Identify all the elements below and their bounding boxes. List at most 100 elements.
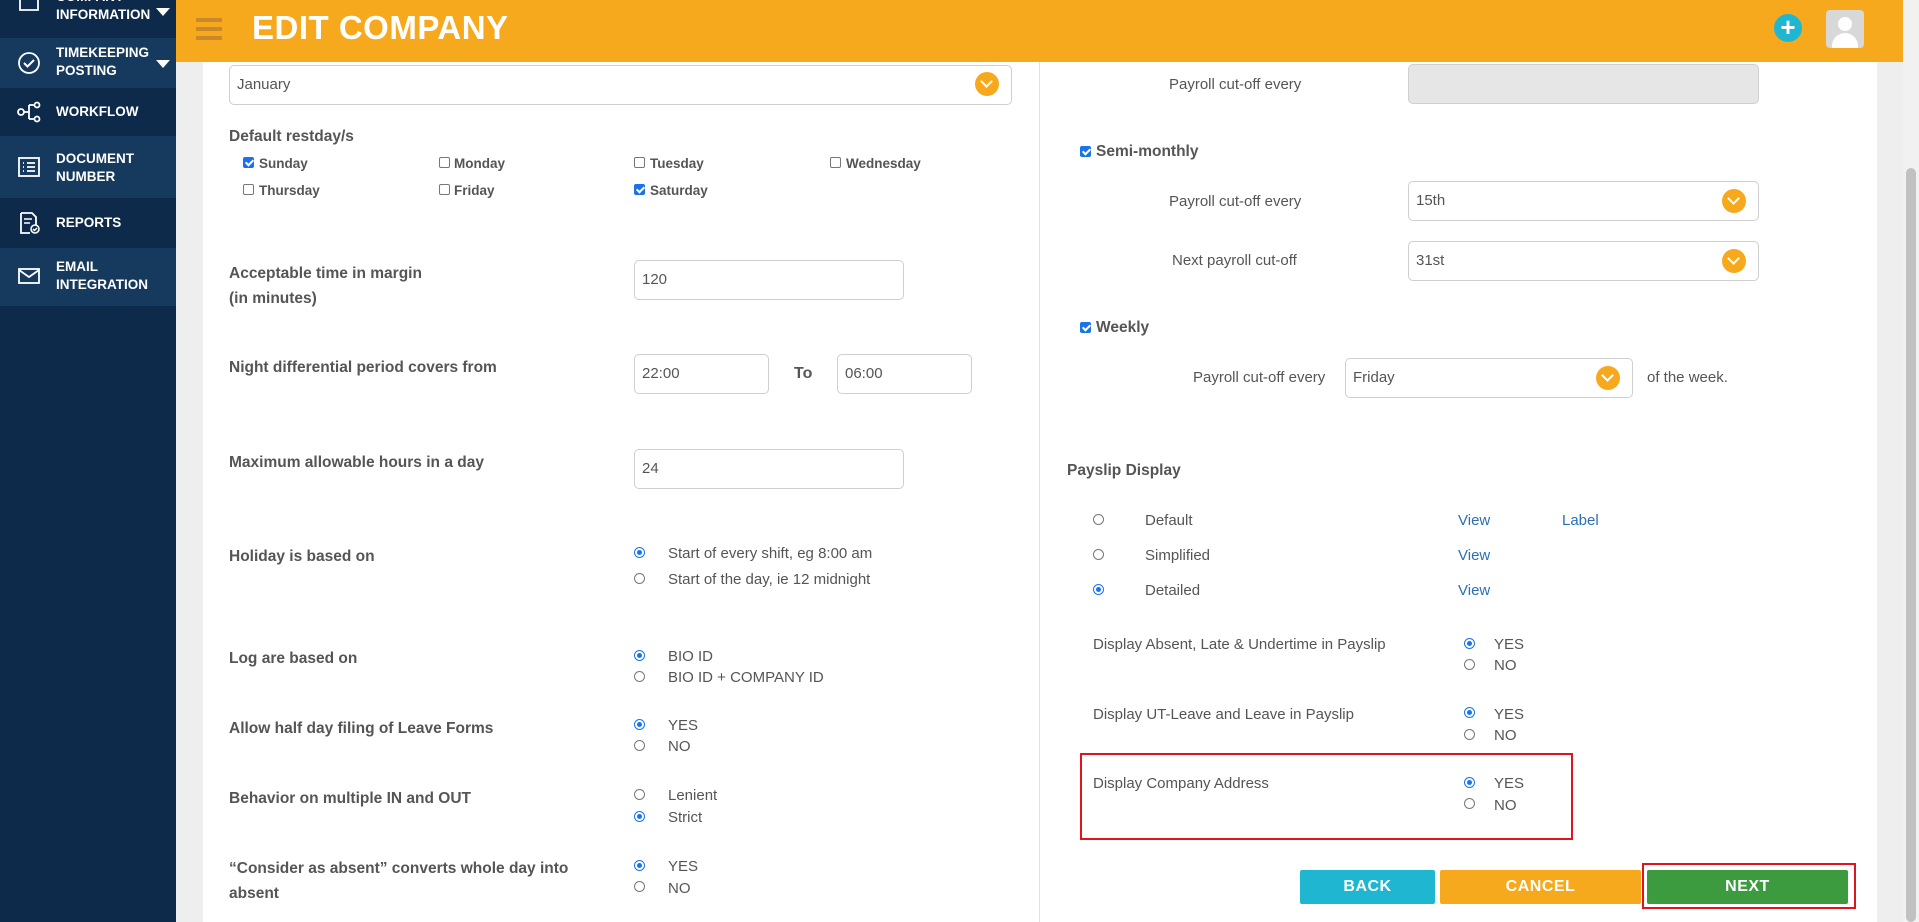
- log-bio-id-label: BIO ID: [668, 648, 714, 665]
- restday-tuesday-checkbox[interactable]: [634, 157, 645, 168]
- next-cutoff-value: 31st: [1416, 252, 1445, 269]
- header-bar: EDIT COMPANY +: [176, 0, 1903, 62]
- payslip-simplified-view-link[interactable]: View: [1458, 547, 1490, 564]
- holiday-label: Holiday is based on: [229, 548, 375, 565]
- holiday-shift-label: Start of every shift, eg 8:00 am: [668, 545, 873, 562]
- restday-sunday-checkbox[interactable]: [243, 157, 254, 168]
- ut-leave-yes-label: YES: [1494, 706, 1525, 723]
- restday-thursday-checkbox[interactable]: [243, 184, 254, 195]
- ut-leave-no-label: NO: [1494, 727, 1517, 744]
- holiday-shift-radio[interactable]: [634, 547, 645, 558]
- log-bio-company-label: BIO ID + COMPANY ID: [668, 669, 824, 686]
- margin-input[interactable]: 120: [634, 260, 904, 300]
- restday-saturday-checkbox[interactable]: [634, 184, 645, 195]
- next-cutoff-select[interactable]: 31st: [1408, 241, 1759, 281]
- margin-label: Acceptable time in margin (in minutes): [229, 265, 422, 307]
- night-to-value: 06:00: [845, 365, 883, 382]
- weekly-cutoff-select[interactable]: Friday: [1345, 358, 1633, 398]
- log-bio-id-radio[interactable]: [634, 650, 645, 661]
- sidebar-item-label: Workflow: [56, 104, 139, 119]
- halfday-no-radio[interactable]: [634, 740, 645, 751]
- semi-monthly-checkbox[interactable]: [1080, 146, 1091, 157]
- workflow-icon: [16, 99, 42, 125]
- holiday-midnight-label: Start of the day, ie 12 midnight: [668, 571, 871, 588]
- sidebar-item-workflow[interactable]: Workflow: [0, 90, 176, 134]
- consider-absent-no-label: NO: [668, 880, 691, 897]
- payslip-detailed-label: Detailed: [1145, 582, 1201, 599]
- cutoff-label: Payroll cut-off every: [1169, 76, 1302, 93]
- consider-absent-label: “Consider as absent” converts whole day …: [229, 860, 569, 902]
- behavior-lenient-radio[interactable]: [634, 789, 645, 800]
- restday-friday-checkbox[interactable]: [439, 184, 450, 195]
- night-from-value: 22:00: [642, 365, 680, 382]
- weekly-checkbox[interactable]: [1080, 322, 1091, 333]
- sidebar-item-document-number[interactable]: Document Number: [0, 136, 176, 198]
- max-hours-value: 24: [642, 460, 659, 477]
- holiday-midnight-radio[interactable]: [634, 573, 645, 584]
- log-label: Log are based on: [229, 650, 358, 667]
- margin-input-value: 120: [642, 271, 668, 288]
- restday-wednesday-checkbox[interactable]: [830, 157, 841, 168]
- absent-late-yes-label: YES: [1494, 636, 1525, 653]
- payslip-detailed-view-link[interactable]: View: [1458, 582, 1490, 599]
- sidebar: Company Information Timekeeping Posting …: [0, 0, 176, 922]
- absent-late-yes-radio[interactable]: [1464, 638, 1475, 649]
- next-cutoff-label: Next payroll cut-off: [1172, 252, 1297, 269]
- payslip-simplified-radio[interactable]: [1093, 549, 1104, 560]
- ut-leave-yes-radio[interactable]: [1464, 707, 1475, 718]
- chevron-down-icon[interactable]: [156, 60, 170, 68]
- plus-icon: +: [1780, 12, 1796, 42]
- night-to-input[interactable]: 06:00: [837, 354, 972, 394]
- log-bio-company-radio[interactable]: [634, 671, 645, 682]
- semi-cutoff-select[interactable]: 15th: [1408, 181, 1759, 221]
- semi-cutoff-value: 15th: [1416, 192, 1446, 209]
- restday-thursday-label: Thursday: [259, 183, 320, 198]
- back-button[interactable]: BACK: [1300, 870, 1435, 904]
- weekly-cutoff-value: Friday: [1353, 369, 1395, 386]
- payslip-default-radio[interactable]: [1093, 514, 1104, 525]
- sidebar-item-label: Email Integration: [56, 259, 148, 292]
- sidebar-item-email-integration[interactable]: Email Integration: [0, 248, 176, 306]
- ut-leave-no-radio[interactable]: [1464, 729, 1475, 740]
- restday-tuesday-label: Tuesday: [650, 156, 704, 171]
- payslip-default-view-link[interactable]: View: [1458, 512, 1490, 529]
- chevron-down-icon[interactable]: [156, 8, 170, 16]
- restday-wednesday-label: Wednesday: [846, 156, 921, 171]
- behavior-label: Behavior on multiple IN and OUT: [229, 790, 471, 807]
- halfday-yes-radio[interactable]: [634, 719, 645, 730]
- company-address-yes-label: YES: [1494, 775, 1525, 792]
- hamburger-menu-icon[interactable]: [196, 18, 222, 42]
- payslip-default-label-link[interactable]: Label: [1562, 512, 1599, 529]
- chevron-down-icon: [975, 72, 999, 96]
- payslip-detailed-radio[interactable]: [1093, 584, 1104, 595]
- semi-cutoff-label: Payroll cut-off every: [1169, 193, 1302, 210]
- ut-leave-label: Display UT-Leave and Leave in Payslip: [1093, 706, 1354, 723]
- weekly-suffix: of the week.: [1647, 369, 1728, 386]
- consider-absent-no-radio[interactable]: [634, 881, 645, 892]
- folder-icon: [16, 0, 42, 16]
- sidebar-item-timekeeping-posting[interactable]: Timekeeping Posting: [0, 38, 176, 88]
- add-button[interactable]: +: [1774, 14, 1802, 42]
- sidebar-item-label: Reports: [56, 215, 122, 230]
- company-address-yes-radio[interactable]: [1464, 777, 1475, 788]
- company-address-no-radio[interactable]: [1464, 798, 1475, 809]
- consider-absent-yes-label: YES: [668, 858, 699, 875]
- max-hours-input[interactable]: 24: [634, 449, 904, 489]
- month-select[interactable]: January: [229, 65, 1012, 105]
- restday-monday-checkbox[interactable]: [439, 157, 450, 168]
- night-from-input[interactable]: 22:00: [634, 354, 769, 394]
- chevron-down-icon: [1722, 249, 1746, 273]
- restday-monday-label: Monday: [454, 156, 506, 171]
- sidebar-item-reports[interactable]: Reports: [0, 200, 176, 246]
- avatar[interactable]: [1826, 10, 1864, 48]
- absent-late-no-radio[interactable]: [1464, 659, 1475, 670]
- payslip-display-label: Payslip Display: [1067, 462, 1181, 479]
- next-button[interactable]: NEXT: [1647, 870, 1848, 904]
- chevron-down-icon: [1596, 366, 1620, 390]
- behavior-strict-label: Strict: [668, 809, 703, 826]
- consider-absent-yes-radio[interactable]: [634, 860, 645, 871]
- sidebar-item-company-information[interactable]: Company Information: [0, 0, 176, 26]
- scrollbar-thumb[interactable]: [1906, 168, 1916, 922]
- behavior-strict-radio[interactable]: [634, 811, 645, 822]
- cancel-button[interactable]: CANCEL: [1440, 870, 1641, 904]
